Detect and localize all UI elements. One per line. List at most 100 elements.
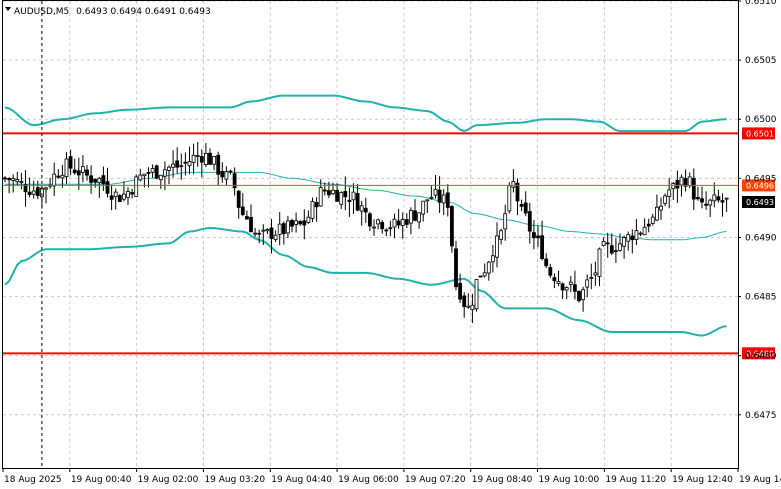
candle	[154, 164, 159, 180]
candle-body	[212, 155, 217, 165]
candle-body	[437, 189, 442, 203]
chart-background	[0, 0, 781, 489]
candle-body	[142, 173, 147, 177]
candle-body	[388, 227, 393, 230]
candle-body	[593, 272, 598, 276]
candle-body	[76, 170, 81, 176]
candle-body	[216, 154, 221, 175]
x-tick-label: 19 Aug 02:00	[138, 475, 199, 485]
candle-body	[396, 220, 401, 226]
candle-body	[724, 197, 729, 200]
candle-body	[634, 230, 639, 240]
candle-body	[548, 267, 553, 276]
candle-body	[474, 279, 479, 310]
candle-body	[712, 194, 717, 202]
candle-body	[417, 212, 422, 223]
candle-body	[556, 281, 561, 284]
candle-body	[310, 201, 315, 219]
candle-body	[630, 235, 635, 241]
ohlc-values: 0.6493 0.6494 0.6491 0.6493	[76, 7, 211, 17]
candle-body	[224, 171, 229, 180]
candle	[449, 205, 454, 253]
svg-text:AUDUSD,M5 0.6493 0.6494: AUDUSD,M5 0.6493 0.6494 0.6491 0.6493	[14, 7, 211, 17]
candle-body	[122, 193, 126, 200]
candle-body	[130, 192, 135, 195]
candle-body	[568, 281, 573, 285]
candle-body	[532, 232, 536, 239]
candle-body	[11, 178, 16, 181]
candle-body	[318, 187, 323, 207]
candle-body	[597, 248, 602, 277]
x-tick-label: 19 Aug 00:40	[71, 475, 132, 485]
candle-body	[269, 227, 274, 239]
candle-body	[421, 200, 426, 215]
candle-body	[462, 295, 467, 307]
candle-body	[359, 205, 364, 212]
candle-body	[347, 199, 352, 202]
candle	[507, 182, 512, 214]
candle-body	[171, 163, 176, 168]
candle-body	[281, 223, 286, 235]
candle-body	[97, 177, 102, 184]
candle-body	[290, 220, 294, 227]
price-chart[interactable]: 0.65010.64960.64800.6493 0.65100.65050.6…	[0, 0, 781, 489]
candle-body	[392, 218, 397, 228]
candle-body	[511, 180, 516, 188]
candle-body	[191, 154, 196, 163]
candle-body	[257, 232, 262, 235]
candle-body	[425, 199, 430, 202]
y-tick-label: 0.6495	[745, 174, 777, 184]
candle-body	[27, 191, 32, 195]
candle-body	[322, 189, 327, 192]
candle	[117, 194, 122, 202]
candle-body	[618, 243, 622, 251]
candle-body	[126, 191, 130, 198]
y-tick-label: 0.6500	[745, 115, 777, 125]
candle-body	[93, 178, 98, 183]
candle-body	[540, 235, 544, 259]
candle-body	[208, 152, 212, 165]
candle-body	[573, 284, 577, 292]
candle-body	[101, 175, 106, 185]
x-tick-label: 19 Aug 14:00	[739, 475, 781, 485]
y-tick-label: 0.6490	[745, 233, 777, 243]
candle-body	[642, 226, 647, 236]
level-badge-label: 0.6501	[746, 129, 774, 138]
candle-body	[187, 161, 192, 167]
candle-body	[367, 213, 372, 227]
candle-body	[363, 207, 368, 213]
candle-body	[503, 213, 508, 230]
candle-body	[167, 166, 171, 171]
candle-body	[470, 304, 475, 311]
candle-body	[335, 189, 340, 202]
candle-body	[404, 219, 409, 225]
candle-body	[199, 156, 204, 163]
candle-body	[663, 195, 667, 204]
candle-body	[609, 245, 614, 254]
x-tick-label: 19 Aug 08:40	[472, 475, 533, 485]
candle-body	[659, 205, 663, 211]
candle-body	[285, 220, 290, 234]
candle-body	[162, 169, 167, 177]
candle-body	[277, 223, 282, 235]
candle-body	[486, 261, 491, 274]
candle-body	[655, 206, 659, 221]
candle-body	[577, 291, 581, 302]
candle-body	[60, 174, 65, 179]
candle-body	[44, 187, 48, 190]
y-tick-label: 0.6505	[745, 56, 777, 66]
candle-body	[413, 210, 417, 221]
candle-body	[495, 235, 499, 258]
candle-body	[306, 216, 311, 223]
x-tick-label: 19 Aug 07:20	[405, 475, 466, 485]
candle-body	[380, 221, 385, 230]
candle-body	[589, 277, 594, 279]
candle-body	[109, 195, 114, 200]
candle-body	[236, 190, 241, 208]
candle-body	[523, 202, 528, 214]
candle-body	[560, 283, 565, 291]
candle-body	[220, 170, 225, 178]
candle-body	[372, 226, 376, 229]
candle-body	[671, 183, 676, 190]
candle-body	[355, 193, 360, 211]
